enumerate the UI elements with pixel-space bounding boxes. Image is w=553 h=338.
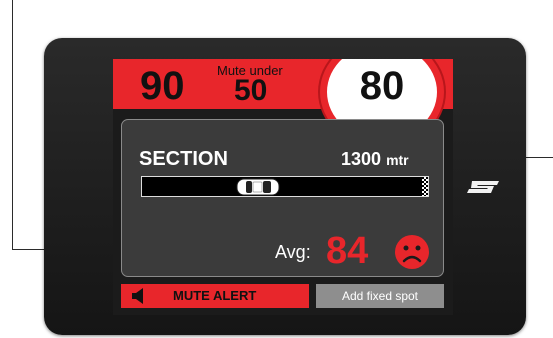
distance-unit: mtr xyxy=(386,152,409,168)
add-fixed-spot-button[interactable]: Add fixed spot xyxy=(316,284,444,308)
speaker-icon xyxy=(132,288,143,304)
average-label: Avg: xyxy=(275,242,311,262)
brand-logo-icon xyxy=(467,181,499,193)
section-distance: 1300 mtr xyxy=(341,149,409,170)
mute-alert-button[interactable]: MUTE ALERT xyxy=(121,284,309,308)
display-screen: 90 Mute under 50 80 SECTION 1300 mtr Avg… xyxy=(113,59,453,315)
add-fixed-spot-label: Add fixed spot xyxy=(341,289,419,303)
current-speed: 90 xyxy=(140,64,185,108)
callout-line-vertical xyxy=(12,0,13,249)
car-icon xyxy=(236,178,280,196)
sad-face-icon xyxy=(395,235,429,269)
section-title: SECTION xyxy=(139,148,228,170)
speed-limit-value: 80 xyxy=(359,64,405,108)
distance-value: 1300 xyxy=(341,149,382,169)
mute-alert-label: MUTE ALERT xyxy=(173,288,257,303)
mute-under-value: 50 xyxy=(234,74,268,107)
average-speed: 84 xyxy=(326,230,369,272)
finish-flag-icon xyxy=(422,177,428,196)
section-progress-track xyxy=(141,176,429,197)
